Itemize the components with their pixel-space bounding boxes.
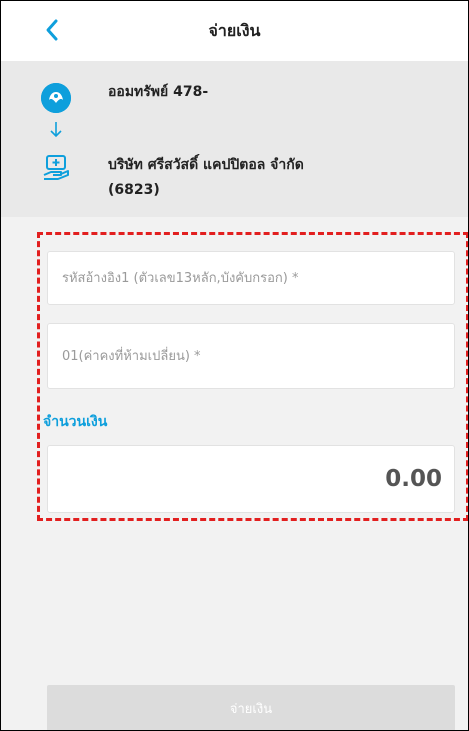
bill-payment-icon: [43, 155, 69, 180]
amount-input[interactable]: [48, 446, 454, 512]
payee-name: บริษัท ศรีสวัสดิ์ แคปปิตอล จำกัด: [108, 157, 304, 173]
amount-field[interactable]: [47, 445, 455, 513]
pay-button[interactable]: จ่ายเงิน: [47, 685, 455, 730]
reference2-field[interactable]: [47, 323, 455, 389]
reference1-input[interactable]: [48, 252, 454, 304]
page-title: จ่ายเงิน: [208, 21, 261, 40]
reference2-input[interactable]: [48, 324, 454, 388]
amount-label: จำนวนเงิน: [43, 414, 108, 430]
bank-logo-icon: [41, 83, 71, 113]
screen: จ่ายเงิน ออมทรัพย์ 478- บริษัท ศรีสวัสดิ…: [0, 0, 469, 731]
reference1-field[interactable]: [47, 251, 455, 305]
top-bar: จ่ายเงิน: [1, 1, 468, 61]
transfer-summary: ออมทรัพย์ 478- บริษัท ศรีสวัสดิ์ แคปปิตอ…: [1, 61, 468, 217]
payee-label: บริษัท ศรีสวัสดิ์ แคปปิตอล จำกัด (6823): [108, 153, 428, 203]
payee-code: (6823): [108, 182, 160, 198]
source-account-label: ออมทรัพย์ 478-: [108, 84, 209, 100]
arrow-down-icon: [50, 122, 62, 138]
